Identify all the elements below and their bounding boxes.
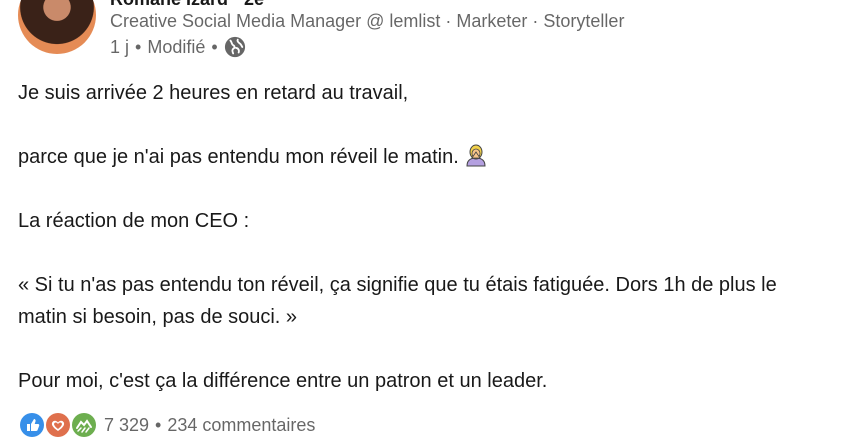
meta-separator: • [135, 36, 142, 57]
meta-separator: • [211, 36, 218, 57]
edited-label: Modifié [147, 36, 206, 57]
like-icon [18, 411, 46, 439]
post-time: 1 j [110, 36, 130, 57]
post-body: Je suis arrivée 2 heures en retard au tr… [18, 77, 818, 397]
post-paragraph: parce que je n'ai pas entendu mon réveil… [18, 141, 818, 173]
linkedin-post: Romane Izard · 2e Creative Social Media … [0, 0, 863, 448]
support-icon [70, 411, 98, 439]
post-paragraph: Pour moi, c'est ça la différence entre u… [18, 370, 548, 392]
woman-facepalming-emoji [464, 143, 488, 167]
author-name[interactable]: Romane Izard · 2e [110, 0, 264, 10]
post-paragraph: Je suis arrivée 2 heures en retard au tr… [18, 82, 409, 104]
author-avatar[interactable] [18, 0, 96, 54]
globe-icon [224, 36, 246, 58]
reactions-summary[interactable] [18, 411, 98, 439]
social-separator: • [155, 414, 162, 435]
love-icon [44, 411, 72, 439]
post-paragraph: « Si tu n'as pas entendu ton réveil, ça … [18, 274, 777, 328]
post-paragraph: La réaction de mon CEO : [18, 210, 250, 232]
post-meta: 1 j • Modifié • [110, 36, 246, 58]
author-headline: Creative Social Media Manager @ lemlist … [110, 11, 625, 31]
comments-count[interactable]: 234 commentaires [167, 415, 315, 436]
reactions-count[interactable]: 7 329 [104, 415, 149, 436]
social-counts: 7 329 • 234 commentaires [18, 411, 315, 439]
